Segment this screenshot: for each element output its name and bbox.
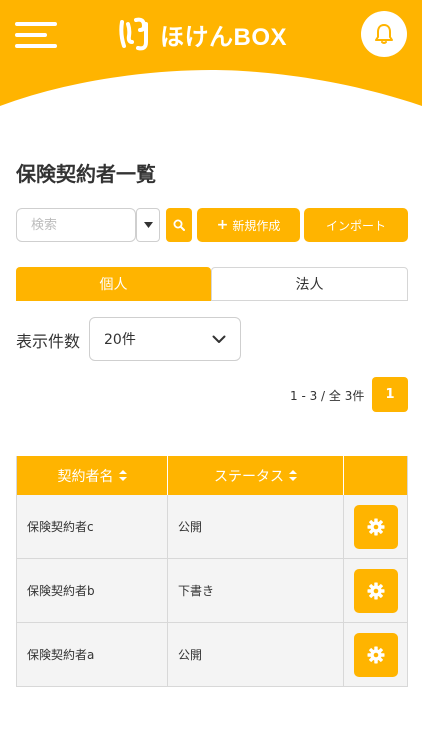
per-page-select[interactable]: 20件 <box>89 317 241 361</box>
page-title: 保険契約者一覧 <box>16 162 156 186</box>
table-row: 保険契約者c 公開 <box>17 495 407 559</box>
import-button[interactable]: インポート <box>304 208 408 242</box>
search-filter-dropdown[interactable] <box>136 208 160 242</box>
bell-icon <box>375 24 393 44</box>
sort-icon <box>289 470 297 481</box>
tab-corporate[interactable]: 法人 <box>211 267 408 301</box>
settings-button[interactable] <box>353 568 398 613</box>
cell-name: 保険契約者c <box>17 495 168 558</box>
per-page-value: 20件 <box>104 332 136 348</box>
table-header: 契約者名 ステータス <box>17 456 407 495</box>
cell-name: 保険契約者b <box>17 559 168 622</box>
logo-text: ほけんBOX <box>160 23 288 51</box>
policyholder-table: 契約者名 ステータス 保険契約者c 公開 保険契約者b 下書き 保険契約者a 公… <box>16 456 408 687</box>
sort-icon <box>118 470 127 481</box>
search-input[interactable] <box>16 208 136 242</box>
search-button[interactable] <box>166 208 192 242</box>
column-header-status-label: ステータス <box>214 468 284 485</box>
table-row: 保険契約者a 公開 <box>17 623 407 687</box>
search-icon <box>173 219 185 231</box>
pagination-info: 1 - 3 / 全 3件 <box>290 389 365 403</box>
tab-personal[interactable]: 個人 <box>16 267 211 301</box>
page-number: 1 <box>385 387 395 402</box>
column-header-name[interactable]: 契約者名 <box>17 456 168 495</box>
settings-button[interactable] <box>353 632 398 677</box>
gear-icon <box>367 646 384 663</box>
notifications-button[interactable] <box>361 11 407 57</box>
hamburger-menu-icon[interactable] <box>15 20 57 50</box>
new-button-label: 新規作成 <box>232 218 281 233</box>
plus-icon: + <box>216 217 229 233</box>
new-button[interactable]: + 新規作成 <box>197 208 300 242</box>
column-header-status[interactable]: ステータス <box>168 456 344 495</box>
cell-status: 公開 <box>168 495 344 558</box>
import-button-label: インポート <box>325 218 386 233</box>
cell-status: 公開 <box>168 623 344 686</box>
page-button-1[interactable]: 1 <box>372 377 408 412</box>
app-header: ほけんBOX <box>0 0 422 112</box>
gear-icon <box>367 582 384 599</box>
table-row: 保険契約者b 下書き <box>17 559 407 623</box>
app-logo[interactable]: ほけんBOX <box>118 14 287 54</box>
column-header-name-label: 契約者名 <box>57 468 114 485</box>
cell-status: 下書き <box>168 559 344 622</box>
gear-icon <box>367 518 384 535</box>
per-page-label: 表示件数 <box>16 332 81 351</box>
cell-name: 保険契約者a <box>17 623 168 686</box>
tab-personal-label: 個人 <box>99 277 128 293</box>
tab-corporate-label: 法人 <box>295 277 324 293</box>
chevron-down-icon <box>212 335 226 343</box>
settings-button[interactable] <box>353 504 398 549</box>
column-header-actions <box>344 456 407 495</box>
caret-down-icon <box>143 222 153 228</box>
hokenbox-logo-icon <box>119 17 148 51</box>
